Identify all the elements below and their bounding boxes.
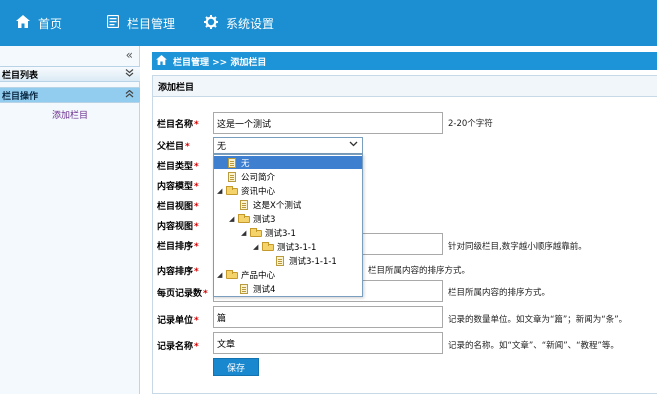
- parent-selected-value: 无: [217, 142, 227, 152]
- chevron-down-icon: [125, 68, 134, 80]
- top-nav-bar: 首页 栏目管理 系统设置: [0, 0, 657, 46]
- content-sort-hint: 栏目所属内容的排序方式。: [368, 266, 471, 276]
- unit-label: 记录单位*: [157, 316, 199, 326]
- record-name-label: 记录名称*: [157, 342, 199, 352]
- record-name-hint: 记录的名称。如“文章”、“新闻”、“教程”等。: [448, 341, 619, 351]
- folder-icon: [262, 242, 274, 251]
- sidebar: « 栏目列表 栏目操作 添加栏目: [0, 46, 140, 394]
- nav-system-settings-label: 系统设置: [226, 16, 275, 31]
- tree-item-test4[interactable]: 测试4: [238, 282, 275, 295]
- content-sort-label: 内容排序*: [157, 267, 199, 277]
- folder-icon: [226, 186, 238, 195]
- add-column-form: 添加栏目 栏目名称* 2-20个字符 父栏目* 无 栏目类型* 内容模型* 栏目…: [152, 75, 657, 394]
- name-label: 栏目名称*: [157, 120, 199, 130]
- expand-triangle-icon[interactable]: ◢: [241, 229, 250, 237]
- home-icon: [16, 15, 30, 31]
- tree-item-test3-1[interactable]: ◢ 测试3-1: [241, 226, 296, 239]
- tree-item-news-center[interactable]: ◢ 资讯中心: [217, 184, 275, 197]
- chevron-up-icon: [125, 89, 134, 101]
- page-icon: [274, 256, 286, 266]
- page-icon: [238, 284, 250, 294]
- folder-icon: [238, 214, 250, 223]
- page-size-hint: 栏目所属内容的排序方式。: [448, 288, 551, 298]
- page-icon: [226, 158, 238, 168]
- form-title: 添加栏目: [153, 76, 657, 97]
- expand-triangle-icon[interactable]: ◢: [253, 243, 262, 251]
- content-model-label: 内容模型*: [157, 182, 199, 192]
- page-icon: [226, 172, 238, 182]
- tree-item-test-x[interactable]: 这是X个测试: [238, 198, 301, 211]
- nav-column-manage[interactable]: 栏目管理: [106, 0, 176, 46]
- list-icon: [106, 14, 120, 31]
- tree-item-company[interactable]: 公司简介: [226, 170, 275, 183]
- breadcrumb-path: 栏目管理 >> 添加栏目: [173, 57, 267, 68]
- content-view-label: 内容视图*: [157, 222, 199, 232]
- record-unit-input[interactable]: [213, 306, 443, 328]
- expand-triangle-icon[interactable]: ◢: [217, 271, 226, 279]
- main-content: 栏目管理 >> 添加栏目 添加栏目 栏目名称* 2-20个字符 父栏目* 无 栏…: [152, 52, 657, 394]
- record-name-input[interactable]: [213, 332, 443, 354]
- tree-item-none[interactable]: 无: [214, 156, 362, 169]
- tree-item-test3[interactable]: ◢ 测试3: [229, 212, 275, 225]
- parent-column-dropdown: 无 公司简介 ◢ 资讯中心 这是X个测试 ◢ 测试3 ◢ 测试3-1 ◢ 测试3…: [213, 154, 363, 297]
- sort-hint: 针对同级栏目,数字越小顺序越靠前。: [448, 242, 587, 252]
- folder-icon: [250, 228, 262, 237]
- unit-hint: 记录的数量单位。如文章为“篇”；新闻为“条”。: [448, 315, 628, 325]
- column-name-input[interactable]: [213, 112, 443, 134]
- name-hint: 2-20个字符: [448, 119, 493, 129]
- page-size-label: 每页记录数*: [157, 289, 208, 299]
- sidebar-group-column-list[interactable]: 栏目列表: [0, 66, 140, 82]
- nav-system-settings[interactable]: 系统设置: [204, 0, 274, 46]
- nav-column-manage-label: 栏目管理: [127, 16, 176, 31]
- save-button[interactable]: 保存: [213, 358, 259, 376]
- sidebar-group-column-ops[interactable]: 栏目操作: [0, 87, 140, 103]
- sort-label: 栏目排序*: [157, 242, 199, 252]
- nav-home[interactable]: 首页: [16, 0, 62, 46]
- sidebar-group-label: 栏目操作: [2, 91, 39, 102]
- tree-item-test3-1-1[interactable]: ◢ 测试3-1-1: [253, 240, 316, 253]
- sidebar-link-add-column[interactable]: 添加栏目: [0, 108, 140, 121]
- expand-triangle-icon[interactable]: ◢: [217, 187, 226, 195]
- home-icon[interactable]: [156, 54, 167, 68]
- parent-label: 父栏目*: [157, 142, 190, 152]
- parent-column-select[interactable]: 无: [213, 137, 363, 154]
- chevron-down-icon: [349, 140, 358, 150]
- type-label: 栏目类型*: [157, 162, 199, 172]
- column-view-label: 栏目视图*: [157, 202, 199, 212]
- collapse-sidebar-button[interactable]: «: [126, 48, 133, 62]
- folder-icon: [226, 270, 238, 279]
- tree-item-test3-1-1-1[interactable]: 测试3-1-1-1: [274, 254, 337, 267]
- nav-home-label: 首页: [38, 16, 63, 31]
- gear-icon: [204, 14, 218, 32]
- expand-triangle-icon[interactable]: ◢: [229, 215, 238, 223]
- page-icon: [238, 200, 250, 210]
- tree-item-product-center[interactable]: ◢ 产品中心: [217, 268, 275, 281]
- breadcrumb: 栏目管理 >> 添加栏目: [152, 52, 657, 70]
- sidebar-group-label: 栏目列表: [2, 70, 39, 81]
